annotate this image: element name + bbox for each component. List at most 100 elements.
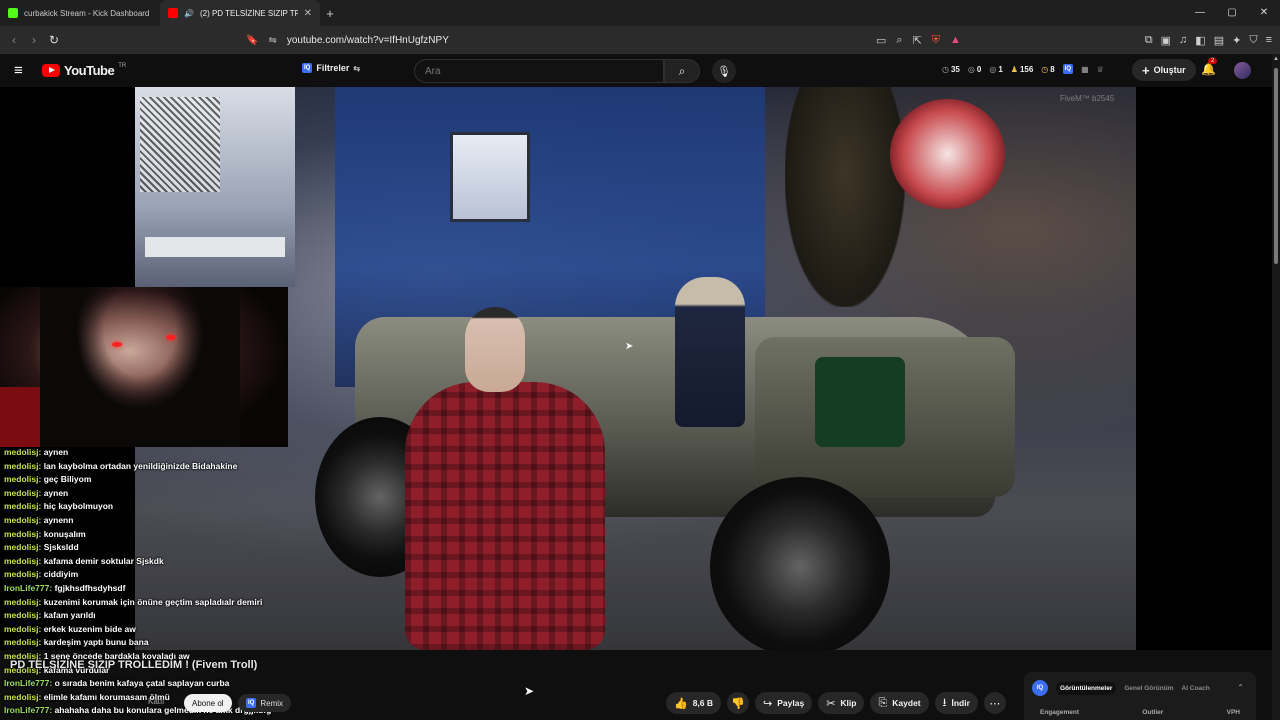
sidebar-icon[interactable]: ◧ — [1195, 34, 1205, 47]
remix-label: Remix — [260, 698, 284, 708]
page-scrollbar[interactable]: ▲ — [1272, 54, 1280, 720]
youtube-play-icon — [42, 64, 60, 77]
url-text[interactable]: youtube.com/watch?v=IfHnUgfzNPY — [287, 35, 449, 46]
more-actions-button[interactable]: ⋯ — [983, 692, 1006, 714]
join-button[interactable]: Katıl — [148, 697, 164, 706]
chat-text: hiç kaybolmuyon — [43, 501, 114, 512]
cast-icon[interactable]: ▭ — [876, 34, 886, 47]
video-actions: 👍 8,6 B 👎 ↪ Paylaş ✂ Klip ⎘ Kaydet ⭳ İnd… — [666, 692, 1006, 714]
brave-shield-icon[interactable]: ⛨ — [932, 34, 940, 47]
subscribe-button[interactable]: Abone ol — [184, 694, 232, 712]
tab-views[interactable]: Görüntülenmeler — [1056, 681, 1117, 695]
tab-ai-coach[interactable]: AI Coach — [1182, 685, 1210, 692]
chart-icon[interactable]: ▦ — [1081, 65, 1089, 74]
like-button[interactable]: 👍 8,6 B — [666, 692, 722, 714]
scissors-icon: ✂ — [826, 697, 836, 710]
dislike-button[interactable]: 👎 — [727, 692, 750, 714]
bell-icon: 🔔 — [1201, 62, 1216, 76]
microphone-icon: 🎙 — [717, 65, 731, 78]
thumbs-up-icon: 👍 — [674, 697, 688, 710]
voice-search-button[interactable]: 🎙 — [712, 59, 736, 83]
reload-icon[interactable]: ↻ — [44, 33, 64, 47]
youtube-logo[interactable]: YouTube TR — [42, 63, 126, 78]
driver-character — [675, 277, 745, 427]
scroll-up-icon[interactable]: ▲ — [1272, 56, 1280, 62]
chat-username: IronLife777: — [4, 582, 53, 593]
save-label: Kaydet — [892, 698, 921, 708]
music-icon[interactable]: ♫ — [1179, 34, 1187, 46]
bookmark-icon[interactable]: 🔖 — [246, 35, 258, 46]
clip-button[interactable]: ✂ Klip — [818, 692, 865, 714]
close-window-button[interactable]: ✕ — [1248, 0, 1280, 26]
cursor-icon: ➤ — [625, 341, 634, 352]
video-title: PD TELSİZİNE SIZIP TROLLEDİM ! (Fivem Tr… — [10, 659, 258, 671]
trophy-icon[interactable]: ♕ — [1097, 65, 1104, 74]
chevron-up-icon[interactable]: ⌃ — [1237, 683, 1244, 692]
brave-rewards-icon[interactable]: ▲ — [950, 34, 961, 46]
chat-message: medolisj: konuşalım — [4, 528, 424, 542]
search-input[interactable] — [425, 65, 653, 77]
leo-icon[interactable]: ✦ — [1232, 34, 1241, 47]
col-engagement: Engagement — [1040, 709, 1080, 716]
chat-text: kuzenimi korumak için önüne geçtim sapla… — [43, 596, 263, 607]
person-icon: ♟ — [1010, 64, 1018, 74]
download-button[interactable]: ⭳ İndir — [934, 692, 978, 714]
chat-username: medolisj: — [4, 691, 42, 702]
chat-username: medolisj: — [4, 474, 42, 485]
avatar[interactable] — [1234, 62, 1251, 79]
vidiq-icon[interactable]: IQ — [1062, 64, 1074, 74]
remix-button[interactable]: IQ Remix — [238, 694, 292, 712]
site-settings-icon[interactable]: ⇋ — [268, 35, 276, 46]
chat-username: medolisj: — [4, 637, 42, 648]
tab-youtube-video[interactable]: 🔊 (2) PD TELSİZİNE SIZIP TROLLEDİM ✕ — [160, 0, 320, 26]
chat-message: medolisj: kardeşim yaptı bunu bana — [4, 636, 424, 650]
filters-label: Filtreler — [316, 63, 350, 73]
share-icon[interactable]: ⇱ — [913, 34, 922, 47]
zoom-icon[interactable]: ⌕ — [896, 34, 902, 47]
back-icon[interactable]: ‹ — [4, 33, 24, 47]
scrollbar-thumb[interactable] — [1274, 68, 1278, 264]
maximize-button[interactable]: ▢ — [1216, 0, 1248, 26]
search-button[interactable]: ⌕ — [664, 59, 700, 83]
chat-message: medolisj: aynenn — [4, 514, 424, 528]
notification-count: 2 — [1208, 58, 1218, 64]
create-label: Oluştur — [1153, 65, 1186, 75]
forward-icon[interactable]: › — [24, 33, 44, 47]
youtube-header: ≡ YouTube TR IQ Filtreler ⇆ ⌕ 🎙 ◷35 ◎0 ◎… — [0, 54, 1280, 87]
tab-overview[interactable]: Genel Görünüm — [1124, 685, 1173, 692]
col-outlier: Outlier — [1142, 709, 1164, 716]
tab-kick-dashboard[interactable]: curbakick Stream - Kick Dashboard — [0, 0, 160, 26]
chat-message: medolisj: ciddiyim — [4, 568, 424, 582]
chat-text: kafam yarıldı — [43, 610, 96, 621]
plus-icon: + — [1142, 62, 1150, 78]
chat-text: aynenn — [43, 514, 74, 525]
screenshot-icon[interactable]: ▣ — [1161, 34, 1171, 47]
fivem-watermark: FiveM™ b2545 — [1060, 94, 1115, 103]
vpn-icon[interactable]: ⛉ — [1249, 34, 1257, 47]
shop-sign — [890, 99, 1005, 209]
search-icon: ⌕ — [678, 63, 686, 78]
save-button[interactable]: ⎘ Kaydet — [870, 692, 929, 714]
hamburger-menu-icon[interactable]: ≡ — [14, 62, 23, 79]
stat-item: ◎ 0 — [968, 65, 981, 74]
minimize-button[interactable]: — — [1184, 0, 1216, 26]
menu-icon[interactable]: ≡ — [1266, 34, 1272, 46]
new-tab-button[interactable]: + — [320, 6, 340, 21]
close-tab-icon[interactable]: ✕ — [304, 8, 312, 19]
share-button[interactable]: ↪ Paylaş — [755, 692, 813, 714]
more-dots-icon: ⋯ — [989, 697, 1001, 710]
filters-button[interactable]: IQ Filtreler ⇆ — [302, 63, 360, 73]
create-button[interactable]: + Oluştur — [1132, 59, 1196, 81]
chat-text: kafama demir soktular Sjskdk — [43, 555, 164, 566]
extension-icon[interactable]: ⧉ — [1145, 34, 1153, 47]
chat-username: medolisj: — [4, 596, 42, 607]
player-head — [465, 307, 525, 392]
chat-message: medolisj: geç Biliyom — [4, 473, 424, 487]
search-box[interactable] — [414, 59, 664, 83]
wallet-icon[interactable]: ▤ — [1214, 34, 1224, 47]
chat-message: medolisj: lan kaybolma ortadan yenildiği… — [4, 460, 424, 474]
notifications-button[interactable]: 🔔 2 — [1201, 58, 1218, 76]
url-field[interactable]: 🔖 ⇋ youtube.com/watch?v=IfHnUgfzNPY — [246, 30, 986, 50]
chat-username: medolisj: — [4, 487, 42, 498]
jeep-rear-wheel — [710, 477, 890, 650]
